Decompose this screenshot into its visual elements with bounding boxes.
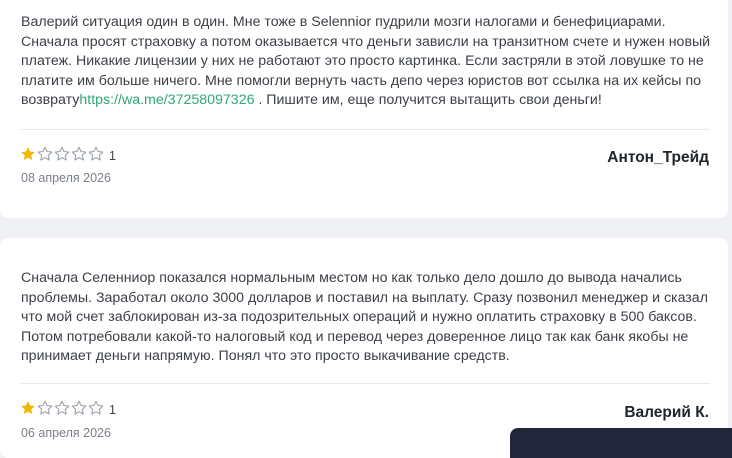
stars	[20, 400, 105, 421]
floating-panel[interactable]	[510, 428, 732, 458]
review-card: Валерий ситуация один в один. Мне тоже в…	[0, 0, 728, 218]
star-icon	[88, 146, 104, 161]
review-author: Антон_Трейд	[607, 149, 709, 166]
review-text: Валерий ситуация один в один. Мне тоже в…	[21, 13, 711, 111]
star-icon	[71, 400, 87, 415]
star-rating: 1	[20, 146, 116, 167]
review-link[interactable]: https://wa.me/37258097326	[79, 92, 254, 108]
divider	[21, 383, 710, 384]
star-icon	[37, 146, 53, 161]
star-icon	[37, 400, 53, 415]
review-date: 08 апреля 2026	[21, 171, 111, 185]
review-card: Сначала Селенниор показался нормальным м…	[0, 238, 728, 458]
star-icon	[54, 146, 70, 161]
star-icon	[21, 400, 35, 414]
star-icon	[21, 146, 35, 160]
review-text-end: . Пишите им, еще получится вытащить свои…	[254, 92, 602, 108]
star-icon	[71, 146, 87, 161]
star-rating: 1	[20, 400, 116, 421]
stars	[20, 146, 105, 167]
rating-count: 1	[109, 149, 116, 163]
divider	[21, 129, 710, 130]
review-date: 06 апреля 2026	[21, 426, 111, 440]
star-icon	[54, 400, 70, 415]
review-author: Валерий К.	[624, 404, 709, 421]
rating-count: 1	[109, 403, 116, 417]
review-text: Сначала Селенниор показался нормальным м…	[21, 270, 708, 364]
star-icon	[88, 400, 104, 415]
